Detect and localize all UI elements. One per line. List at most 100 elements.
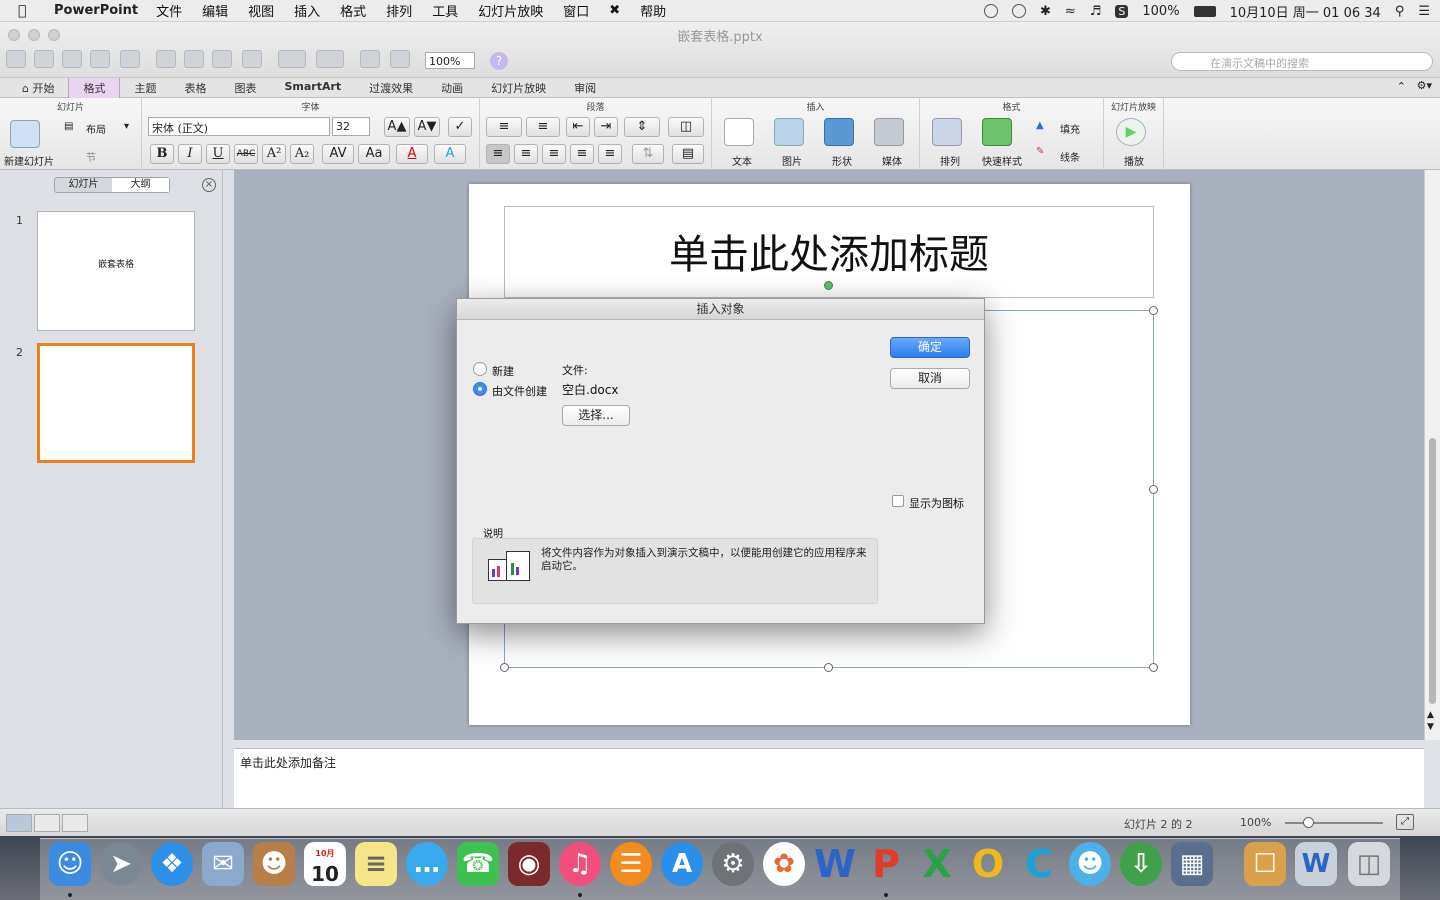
- justify-button[interactable]: ≡: [570, 144, 594, 164]
- menu-window[interactable]: 窗口: [563, 1, 589, 20]
- finder-icon[interactable]: ☺: [49, 842, 91, 886]
- panel-splitter[interactable]: [223, 170, 234, 810]
- text-direction-button[interactable]: ⇅: [632, 144, 664, 164]
- tab-format[interactable]: 格式: [68, 78, 121, 98]
- launchpad-icon[interactable]: ➤: [100, 842, 142, 886]
- tab-review[interactable]: 审阅: [560, 78, 610, 98]
- zoom-slider[interactable]: [1285, 822, 1383, 824]
- italic-button[interactable]: I: [178, 144, 202, 164]
- print-icon[interactable]: [120, 50, 140, 68]
- new-slide-icon[interactable]: [10, 120, 40, 148]
- picture-icon[interactable]: [774, 118, 804, 146]
- app-store-icon[interactable]: A: [661, 842, 703, 886]
- font-name-select[interactable]: 宋体 (正文): [148, 117, 330, 136]
- calendar-icon[interactable]: 10月 10: [304, 842, 346, 886]
- word-document-icon[interactable]: W: [1295, 842, 1337, 886]
- tab-charts[interactable]: 图表: [220, 78, 270, 98]
- vertical-scrollbar[interactable]: ▲ ▼: [1424, 170, 1440, 740]
- change-case-button[interactable]: Aa: [358, 144, 390, 164]
- slide-title-placeholder[interactable]: 单击此处添加标题: [504, 222, 1154, 280]
- slide-thumbnail-1[interactable]: 嵌套表格: [37, 211, 195, 331]
- time-machine-icon[interactable]: [1011, 4, 1026, 18]
- panel-tab-outline[interactable]: 大纲: [112, 178, 169, 192]
- notification-center-icon[interactable]: ☰: [1418, 4, 1430, 19]
- communicator-icon[interactable]: C: [1018, 842, 1060, 886]
- contacts-icon[interactable]: ☻: [253, 842, 295, 886]
- scroll-thumb[interactable]: [1429, 438, 1436, 704]
- wifi-icon[interactable]: ≈: [1065, 4, 1076, 19]
- slide-thumbnail-2[interactable]: [37, 343, 195, 463]
- installer-icon[interactable]: ☐: [1244, 842, 1286, 886]
- system-preferences-icon[interactable]: ⚙: [712, 842, 754, 886]
- shapes-icon[interactable]: [824, 118, 854, 146]
- copy-icon[interactable]: [184, 50, 204, 68]
- clock[interactable]: 10月10日 周一 01 06 34: [1230, 2, 1381, 21]
- photos-icon[interactable]: ✿: [763, 842, 805, 886]
- tab-slideshow[interactable]: 幻灯片放映: [477, 78, 560, 98]
- align-text-button[interactable]: ▤: [672, 144, 704, 164]
- menu-view[interactable]: 视图: [248, 1, 274, 20]
- powerpoint-icon[interactable]: P: [865, 842, 907, 886]
- arrange-icon[interactable]: [932, 118, 962, 146]
- radio-from-file-label[interactable]: 由文件创建: [492, 383, 547, 399]
- new-icon[interactable]: [6, 50, 26, 68]
- underline-button[interactable]: U: [206, 144, 230, 164]
- fill-icon[interactable]: ▲: [1036, 120, 1044, 131]
- bullets-button[interactable]: ≡: [486, 117, 522, 137]
- align-right-button[interactable]: ≡: [542, 144, 566, 164]
- word-icon[interactable]: W: [814, 842, 856, 886]
- menu-file[interactable]: 文件: [156, 1, 182, 20]
- menu-slideshow[interactable]: 幻灯片放映: [478, 1, 543, 20]
- columns-button[interactable]: ◫: [668, 117, 704, 137]
- gallery-icon[interactable]: [360, 50, 380, 68]
- safari-icon[interactable]: ❖: [151, 842, 193, 886]
- undo-icon[interactable]: [278, 50, 306, 68]
- quick-styles-icon[interactable]: [982, 118, 1012, 146]
- paste-icon[interactable]: [212, 50, 232, 68]
- facetime-icon[interactable]: ☎: [457, 842, 499, 886]
- resize-handle-br[interactable]: [1149, 663, 1158, 672]
- tab-smartart[interactable]: SmartArt: [270, 78, 355, 98]
- ribbon-settings-icon[interactable]: ⚙▾: [1417, 79, 1432, 92]
- clear-format-button[interactable]: ✓: [448, 117, 472, 137]
- battery-percent[interactable]: 100%: [1142, 4, 1179, 19]
- resize-handle-b[interactable]: [824, 663, 833, 672]
- align-center-button[interactable]: ≡: [514, 144, 538, 164]
- play-icon[interactable]: ▶: [1116, 118, 1146, 146]
- insert-text-button[interactable]: 文本: [732, 153, 752, 168]
- redo-icon[interactable]: [316, 50, 344, 68]
- panel-tab-slides[interactable]: 幻灯片: [55, 178, 112, 192]
- tab-themes[interactable]: 主题: [120, 78, 170, 98]
- insert-media-button[interactable]: 媒体: [882, 153, 902, 168]
- toolbox-icon[interactable]: [390, 50, 410, 68]
- superscript-button[interactable]: A²: [262, 144, 286, 164]
- increase-indent-button[interactable]: ⇥: [594, 117, 618, 137]
- zoom-select[interactable]: 100%: [425, 52, 475, 69]
- menu-tools[interactable]: 工具: [432, 1, 458, 20]
- text-effects-button[interactable]: A: [434, 144, 466, 164]
- radio-new-label[interactable]: 新建: [492, 363, 514, 379]
- apple-icon[interactable]: : [18, 3, 38, 19]
- distribute-button[interactable]: ≡: [598, 144, 622, 164]
- insert-picture-button[interactable]: 图片: [782, 153, 802, 168]
- align-left-button[interactable]: ≡: [486, 144, 510, 164]
- media-icon[interactable]: [874, 118, 904, 146]
- display-as-icon-label[interactable]: 显示为图标: [909, 495, 964, 511]
- input-method-icon[interactable]: S: [1115, 4, 1129, 18]
- tab-animations[interactable]: 动画: [427, 78, 477, 98]
- cut-icon[interactable]: [156, 50, 176, 68]
- ibooks-icon[interactable]: ☰: [610, 842, 652, 886]
- resize-handle-r[interactable]: [1149, 485, 1158, 494]
- resize-handle-tr[interactable]: [1149, 306, 1158, 315]
- menu-format[interactable]: 格式: [340, 1, 366, 20]
- layout-icon[interactable]: ▤: [64, 121, 73, 132]
- line-button[interactable]: 线条: [1060, 149, 1080, 164]
- tab-transitions[interactable]: 过渡效果: [355, 78, 427, 98]
- sync-icon[interactable]: [983, 4, 998, 18]
- line-spacing-button[interactable]: ⇕: [624, 117, 660, 137]
- strikethrough-button[interactable]: ABC: [234, 144, 258, 164]
- rotate-handle[interactable]: [824, 281, 833, 290]
- save-icon[interactable]: [90, 50, 110, 68]
- menu-edit[interactable]: 编辑: [202, 1, 228, 20]
- mail-icon[interactable]: ✉: [202, 842, 244, 886]
